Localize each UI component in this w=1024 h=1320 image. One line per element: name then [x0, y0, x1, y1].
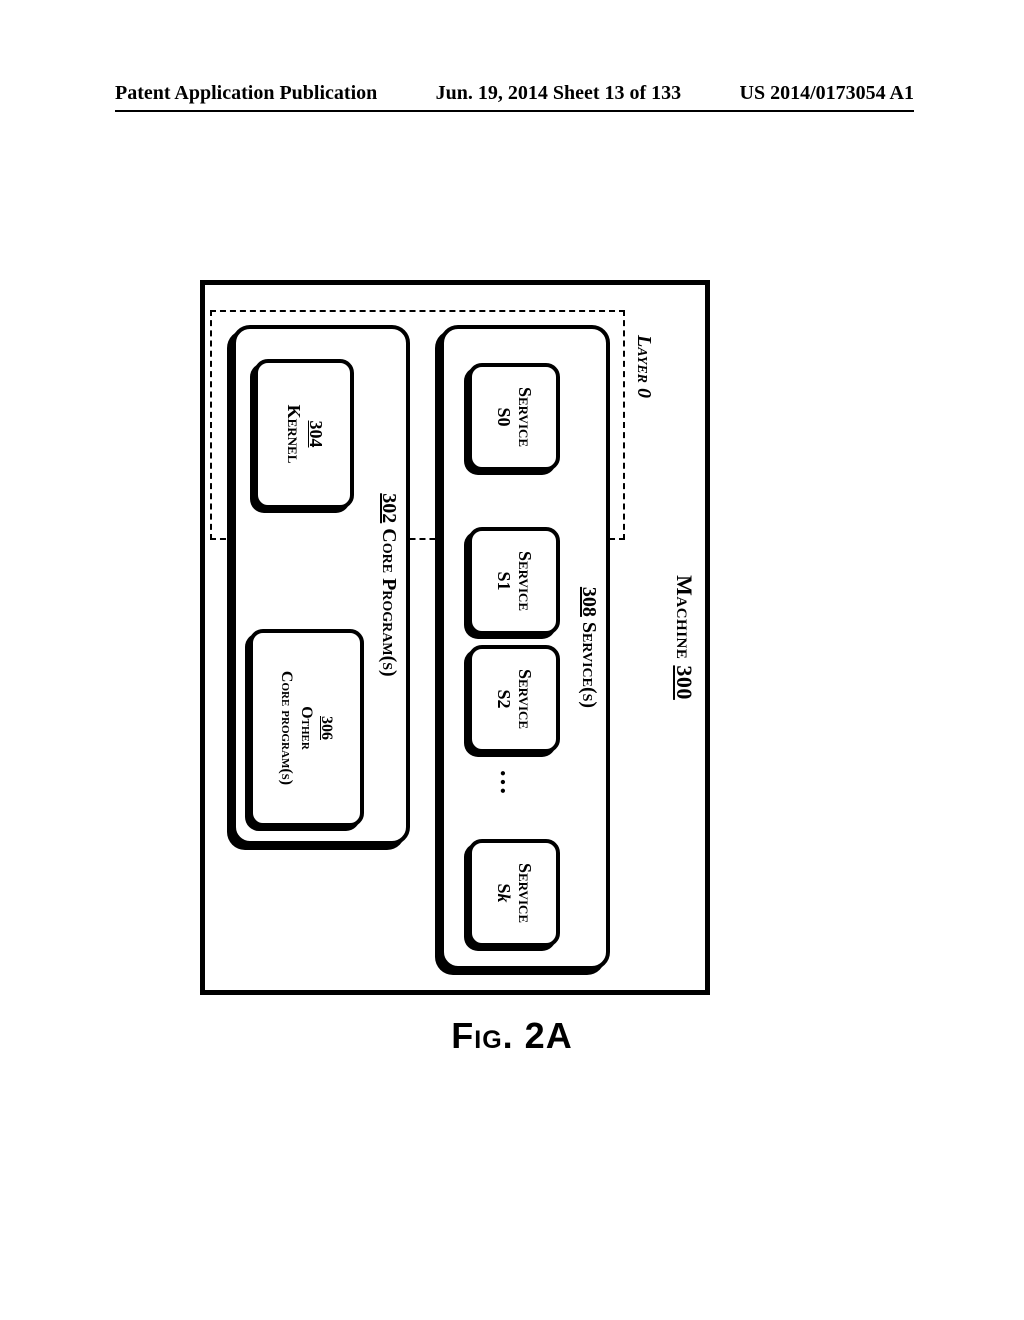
services-title: 308 Service(s) [577, 329, 600, 966]
page-header-row: Patent Application Publication Jun. 19, … [115, 82, 914, 105]
service-sk: Service Sk [468, 839, 560, 947]
service-s0-label: Service [514, 387, 535, 447]
figure-caption: Fig. 2A [0, 1015, 1024, 1057]
page: Patent Application Publication Jun. 19, … [0, 0, 1024, 1320]
service-s0: Service S0 [468, 363, 560, 471]
service-s2-label: Service [514, 669, 535, 729]
machine-title: Machine 300 [671, 285, 697, 990]
page-header: Patent Application Publication Jun. 19, … [115, 82, 914, 105]
kernel-label: Kernel [282, 405, 304, 464]
core-programs-box: 302 Core Program(s) 304 Kernel 306 Other… [232, 325, 410, 845]
figure-stage: Machine 300 Layer 0 308 Service(s) Servi… [200, 280, 710, 995]
header-left: Patent Application Publication [115, 82, 377, 105]
figure-caption-text: Fig. 2A [451, 1015, 572, 1056]
core-programs-title: 302 Core Program(s) [377, 329, 400, 841]
service-s1: Service S1 [468, 527, 560, 635]
service-sk-label: Service [514, 863, 535, 923]
services-ref: 308 [578, 587, 600, 617]
service-s1-label: Service [514, 551, 535, 611]
services-label: Service(s) [578, 622, 600, 708]
core-programs-ref: 302 [378, 493, 400, 523]
figure-area: Machine 300 Layer 0 308 Service(s) Servi… [200, 280, 710, 995]
layer0-label: Layer 0 [632, 335, 655, 398]
machine-ref: 300 [672, 665, 697, 700]
service-s0-id: S0 [493, 407, 514, 426]
service-s2: Service S2 [468, 645, 560, 753]
machine-box: Machine 300 Layer 0 308 Service(s) Servi… [200, 280, 710, 995]
kernel-ref: 304 [304, 421, 326, 448]
machine-label: Machine [672, 575, 697, 659]
services-box: 308 Service(s) Service S0 Service S1 Ser… [440, 325, 610, 970]
other-core-programs-box: 306 Other Core program(s) [249, 629, 364, 827]
header-rule [115, 110, 914, 112]
services-ellipsis: … [494, 769, 524, 801]
header-right: US 2014/0173054 A1 [740, 82, 914, 105]
service-s1-id: S1 [493, 571, 514, 590]
kernel-box: 304 Kernel [254, 359, 354, 509]
other-core-label-line2: Core program(s) [277, 671, 297, 785]
service-sk-id: Sk [493, 883, 514, 902]
core-programs-label: Core Program(s) [378, 528, 400, 676]
other-core-label-line1: Other [297, 706, 317, 750]
service-s2-id: S2 [493, 689, 514, 708]
other-core-ref: 306 [317, 716, 337, 740]
header-center: Jun. 19, 2014 Sheet 13 of 133 [436, 82, 682, 105]
